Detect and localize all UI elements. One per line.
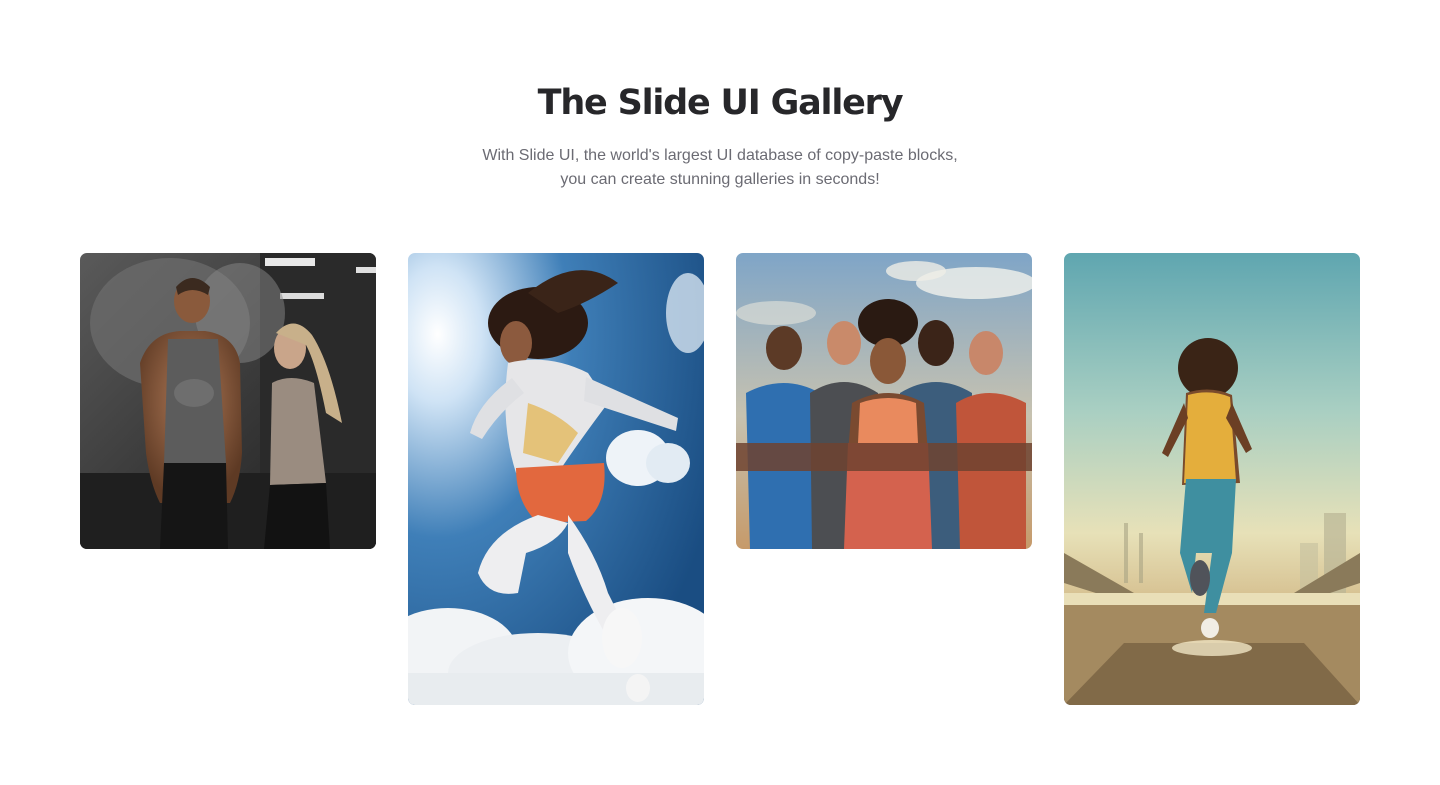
gym-couple-photo	[80, 253, 376, 549]
gallery-image-jumping-athlete[interactable]	[408, 253, 704, 705]
page-title: The Slide UI Gallery	[537, 83, 904, 123]
subtitle-line-2: you can create stunning galleries in sec…	[560, 171, 880, 188]
page-subtitle: With Slide UI, the world's largest UI da…	[450, 144, 990, 192]
gallery-header: The Slide UI Gallery With Slide UI, the …	[0, 80, 1440, 192]
gallery-image-runner-bridge[interactable]	[1064, 253, 1360, 705]
athlete-team-photo	[736, 253, 1032, 549]
gallery-image-gym-couple[interactable]	[80, 253, 376, 549]
runner-bridge-photo	[1064, 253, 1360, 705]
jumping-athlete-photo	[408, 253, 704, 705]
subtitle-line-1: With Slide UI, the world's largest UI da…	[482, 147, 958, 164]
gallery-image-athlete-team[interactable]	[736, 253, 1032, 549]
